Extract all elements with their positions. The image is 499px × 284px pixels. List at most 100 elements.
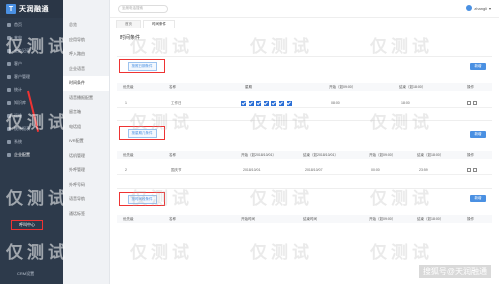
cell-name: 工作日 xyxy=(171,100,182,105)
table-header: 优先级 名称 星期 开始（如09:00） 结束（如18:00） 操作 xyxy=(117,83,492,91)
table-header: 优先级 名称 开始时间 结束时间 开始（如09:00） 结束（如18:00） 操… xyxy=(117,215,492,223)
panel-tag[interactable]: 按星期几条件 xyxy=(127,128,157,138)
col-start: 开始（如09:00） xyxy=(369,216,396,221)
cell-end[interactable]: 18:00 xyxy=(401,101,410,105)
watermark: 仅测试 xyxy=(250,243,313,262)
gear-icon xyxy=(7,139,11,144)
page-title: 时间条件 xyxy=(120,35,141,41)
panel-tag[interactable]: 按照日期条件 xyxy=(127,61,157,71)
sidebar-item-customer-manage[interactable]: 客户管理 xyxy=(0,70,63,83)
panel-tag[interactable]: 按时间段条件 xyxy=(127,194,157,204)
cell-priority: 2 xyxy=(125,168,127,172)
main-sidebar: T 天润融通 首页 来电 业务记录 客户 客户管理 统计 知识库 运维 统计报表… xyxy=(0,0,63,284)
chart-icon xyxy=(7,87,11,92)
panel-tag-box: 按照日期条件 xyxy=(119,59,165,73)
add-button[interactable]: 新增 xyxy=(470,63,486,70)
sidebar-item-system[interactable]: 系统 xyxy=(0,135,63,148)
add-button[interactable]: 新增 xyxy=(470,131,486,138)
footer-watermark: 搜狐号@天润融通 xyxy=(418,265,491,278)
cell-start-date[interactable]: 2018/10/01 xyxy=(243,168,261,172)
watermark: 仅测试 xyxy=(250,37,313,56)
brand-name: 天润融通 xyxy=(19,6,49,13)
crm-settings-link[interactable]: CRM设置 xyxy=(17,271,34,277)
record-icon xyxy=(7,48,11,53)
weekday-checkbox[interactable] xyxy=(263,100,269,106)
add-button[interactable]: 新增 xyxy=(470,195,486,202)
col-priority: 优先级 xyxy=(123,152,134,157)
panel-holiday: 按星期几条件 新增 优先级 名称 开始（如2018/10/01） 结束（如201… xyxy=(117,120,492,180)
tab-bar: 首页 时间条件 xyxy=(110,18,499,28)
subnav-item-app-nav[interactable]: 应用导航 xyxy=(63,33,109,48)
user-name: zhangli xyxy=(474,5,487,11)
sidebar-item-stats[interactable]: 统计 xyxy=(0,83,63,96)
users-icon xyxy=(7,74,11,79)
delete-icon[interactable] xyxy=(473,101,477,105)
user-icon xyxy=(7,61,11,66)
subnav-item-ivr[interactable]: IVR配置 xyxy=(63,134,109,149)
sidebar-item-home[interactable]: 首页 xyxy=(0,18,63,31)
col-end: 结束（如18:00） xyxy=(399,84,426,89)
subnav-item-voice[interactable]: 企业语音 xyxy=(63,62,109,77)
subnav-item-voice-nav[interactable]: 语音导航 xyxy=(63,192,109,207)
subnav-item-inbound-route[interactable]: 呼入路由 xyxy=(63,47,109,62)
col-end: 结束（如18:00） xyxy=(417,152,444,157)
weekday-checkbox[interactable] xyxy=(286,100,292,106)
delete-icon[interactable] xyxy=(473,168,477,172)
avatar xyxy=(466,5,473,11)
subnav-item-time-condition[interactable]: 时间条件 xyxy=(63,76,109,91)
col-start: 开始（如09:00） xyxy=(329,84,356,89)
row-actions xyxy=(467,168,477,172)
cell-priority: 1 xyxy=(125,101,127,105)
subnav-item-outbound-number[interactable]: 外呼号码 xyxy=(63,178,109,193)
watermark: 仅测试 xyxy=(130,243,193,262)
subnav-item-phone-manage[interactable]: 话机管理 xyxy=(63,149,109,164)
sidebar-item-incoming[interactable]: 来电 xyxy=(0,31,63,44)
tab-time-condition[interactable]: 时间条件 xyxy=(143,20,175,28)
col-priority: 优先级 xyxy=(123,216,134,221)
col-name: 名称 xyxy=(169,84,176,89)
col-actions: 操作 xyxy=(467,216,474,221)
building-icon xyxy=(7,152,11,157)
book-icon xyxy=(7,100,11,105)
weekday-checkbox[interactable] xyxy=(278,100,284,106)
col-priority: 优先级 xyxy=(123,84,134,89)
subnav-item-overview[interactable]: 总览 xyxy=(63,18,109,33)
subnav-item-broadcast[interactable]: 语音播报配置 xyxy=(63,91,109,106)
weekday-checkbox[interactable] xyxy=(241,100,246,106)
col-start-time: 开始时间 xyxy=(241,216,255,221)
sidebar-item-reports[interactable]: 统计报表 xyxy=(0,122,63,135)
subnav-item-voicemail[interactable]: 留言箱 xyxy=(63,105,109,120)
tab-home[interactable]: 首页 xyxy=(116,20,141,28)
sub-navigation: 总览 应用导航 呼入路由 企业语音 时间条件 语音播报配置 留言箱 电话组 IV… xyxy=(63,0,110,284)
cell-start[interactable]: 08:00 xyxy=(331,101,340,105)
brand-logo: T xyxy=(6,4,16,14)
weekday-checkbox[interactable] xyxy=(256,100,262,106)
sidebar-item-records[interactable]: 业务记录 xyxy=(0,44,63,57)
edit-icon[interactable] xyxy=(467,101,471,105)
cell-end[interactable]: 23:59 xyxy=(419,168,428,172)
weekday-checkbox[interactable] xyxy=(271,100,277,106)
cell-start[interactable]: 00:00 xyxy=(371,168,380,172)
cell-name: 国庆节 xyxy=(171,167,182,172)
cell-end-date[interactable]: 2018/10/07 xyxy=(305,168,323,172)
col-end: 结束（如18:00） xyxy=(417,216,444,221)
panel-tag-box: 按时间段条件 xyxy=(119,192,165,206)
sidebar-item-enterprise[interactable]: 企业配置 xyxy=(0,148,63,161)
panel-tag-box: 按星期几条件 xyxy=(119,126,165,140)
col-actions: 操作 xyxy=(467,84,474,89)
monitor-icon xyxy=(7,113,11,118)
user-menu[interactable]: zhangli ▾ xyxy=(466,5,491,11)
col-end-time: 结束时间 xyxy=(303,216,317,221)
call-center-button[interactable]: 呼叫中心 xyxy=(11,220,43,230)
col-name: 名称 xyxy=(169,216,176,221)
panel-weekday: 按照日期条件 新增 优先级 名称 星期 开始（如09:00） 结束（如18:00… xyxy=(117,56,492,112)
subnav-item-call-tags[interactable]: 通话标签 xyxy=(63,207,109,222)
col-week: 星期 xyxy=(245,84,252,89)
table-row: 1 工作日 08:00 18:00 xyxy=(117,99,492,108)
edit-icon[interactable] xyxy=(467,168,471,172)
subnav-item-phone-group[interactable]: 电话组 xyxy=(63,120,109,135)
sidebar-item-customer[interactable]: 客户 xyxy=(0,57,63,70)
weekday-checkbox[interactable] xyxy=(248,100,254,106)
search-input[interactable]: 坐席电话搜索 xyxy=(118,4,168,13)
subnav-item-outbound[interactable]: 外呼管理 xyxy=(63,163,109,178)
